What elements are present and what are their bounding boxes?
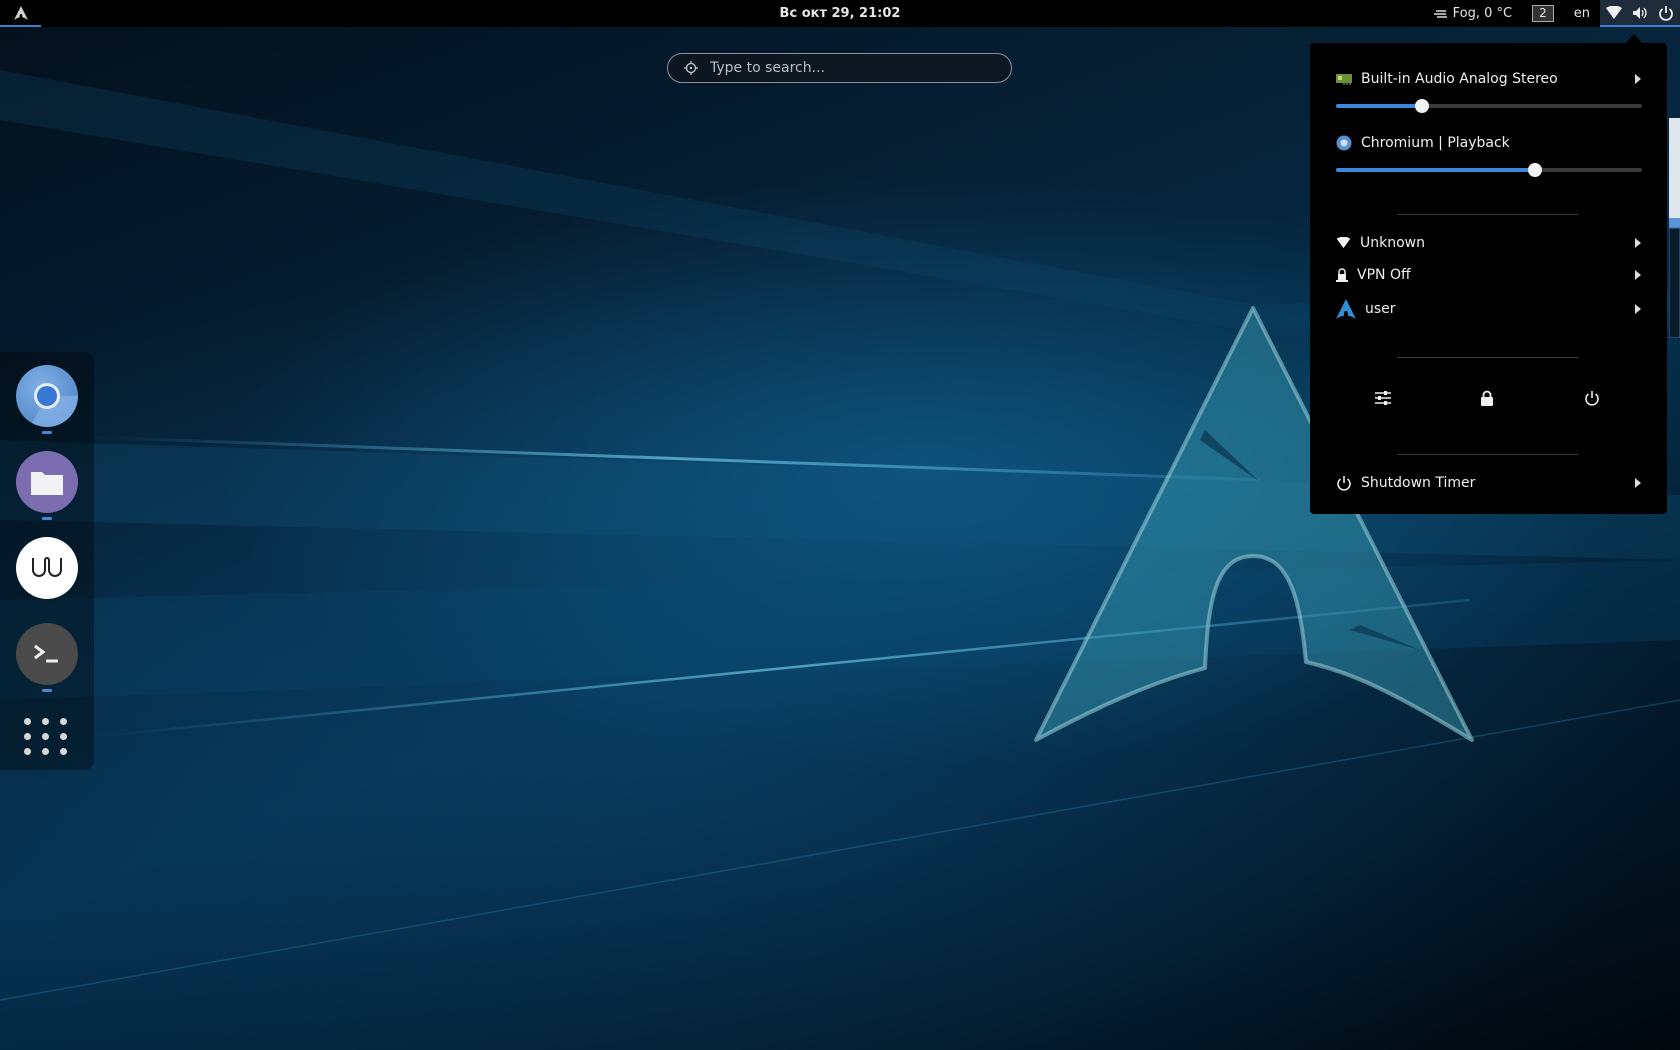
separator [1397,357,1578,358]
lock-button[interactable] [1467,382,1507,414]
app-volume-slider[interactable] [1336,163,1642,177]
clock[interactable]: Вс окт 29, 21:02 [780,6,901,21]
chevron-right-icon [1635,304,1641,314]
shutdown-timer-label: Shutdown Timer [1361,475,1476,491]
activities-button[interactable] [0,0,41,27]
audio-output-label: Built-in Audio Analog Stereo [1361,71,1558,87]
network-row[interactable]: Unknown [1336,231,1641,255]
files-launcher[interactable] [16,451,78,513]
chromium-icon [1336,135,1352,151]
user-row[interactable]: user [1336,297,1641,321]
chromium-icon [32,383,78,427]
search-input[interactable] [708,59,992,77]
search-icon [684,61,698,75]
window-edge [1669,118,1680,338]
app-stream-row: Chromium | Playback [1336,131,1641,155]
system-menu: Built-in Audio Analog Stereo Chromium | … [1310,43,1667,514]
user-label: user [1365,301,1396,317]
running-indicator [42,517,52,520]
keyboard-layout-indicator[interactable]: en [1564,0,1600,27]
output-volume-slider[interactable] [1336,99,1642,113]
separator [1397,454,1578,455]
audio-output-row[interactable]: Built-in Audio Analog Stereo [1336,67,1641,91]
power-off-button[interactable] [1572,382,1612,414]
power-icon [1659,5,1673,21]
running-indicator [42,431,52,434]
lock-icon [1481,390,1493,406]
output-volume-fill [1336,104,1422,108]
power-icon [1585,391,1599,406]
wifi-icon [1606,5,1622,19]
wire-launcher[interactable] [16,537,78,599]
keyboard-layout-label: en [1573,6,1590,21]
app-stream-label: Chromium | Playback [1361,135,1510,151]
shutdown-timer-row[interactable]: Shutdown Timer [1336,471,1641,495]
volume-icon [1633,6,1647,19]
weather-fog-icon [1433,9,1447,18]
app-volume-handle[interactable] [1527,163,1542,177]
power-icon [1337,476,1351,491]
weather-label: Fog, 0 °C [1452,6,1513,21]
settings-icon [1375,391,1391,405]
vpn-row[interactable]: VPN Off [1336,263,1641,287]
vpn-label: VPN Off [1357,267,1411,283]
settings-button[interactable] [1363,382,1403,414]
chevron-right-icon [1635,478,1641,488]
system-menu-button[interactable] [1600,0,1680,27]
chromium-launcher[interactable] [16,365,78,427]
separator [1397,214,1578,215]
wire-icon [32,557,62,577]
app-volume-fill [1336,168,1535,172]
weather-indicator[interactable]: Fog, 0 °C [1424,0,1522,27]
chevron-right-icon [1635,270,1641,280]
running-indicator [42,689,52,692]
arch-user-icon [1336,299,1356,319]
folder-icon [31,472,63,495]
vpn-lock-icon [1336,268,1348,282]
workspace-indicator[interactable]: 2 [1522,0,1564,27]
search-box[interactable] [667,53,1012,83]
app-grid-icon[interactable] [24,713,70,759]
output-volume-handle[interactable] [1414,99,1429,113]
terminal-icon [34,644,58,663]
network-label: Unknown [1360,235,1425,251]
arch-logo-icon [13,5,28,20]
workspace-number: 2 [1532,5,1554,22]
chevron-right-icon [1635,238,1641,248]
top-bar: Вс окт 29, 21:02 Fog, 0 °C 2 en [0,0,1680,27]
chevron-right-icon [1635,74,1641,84]
terminal-launcher[interactable] [16,623,78,685]
audio-card-icon [1336,74,1352,85]
wifi-icon [1336,237,1351,249]
